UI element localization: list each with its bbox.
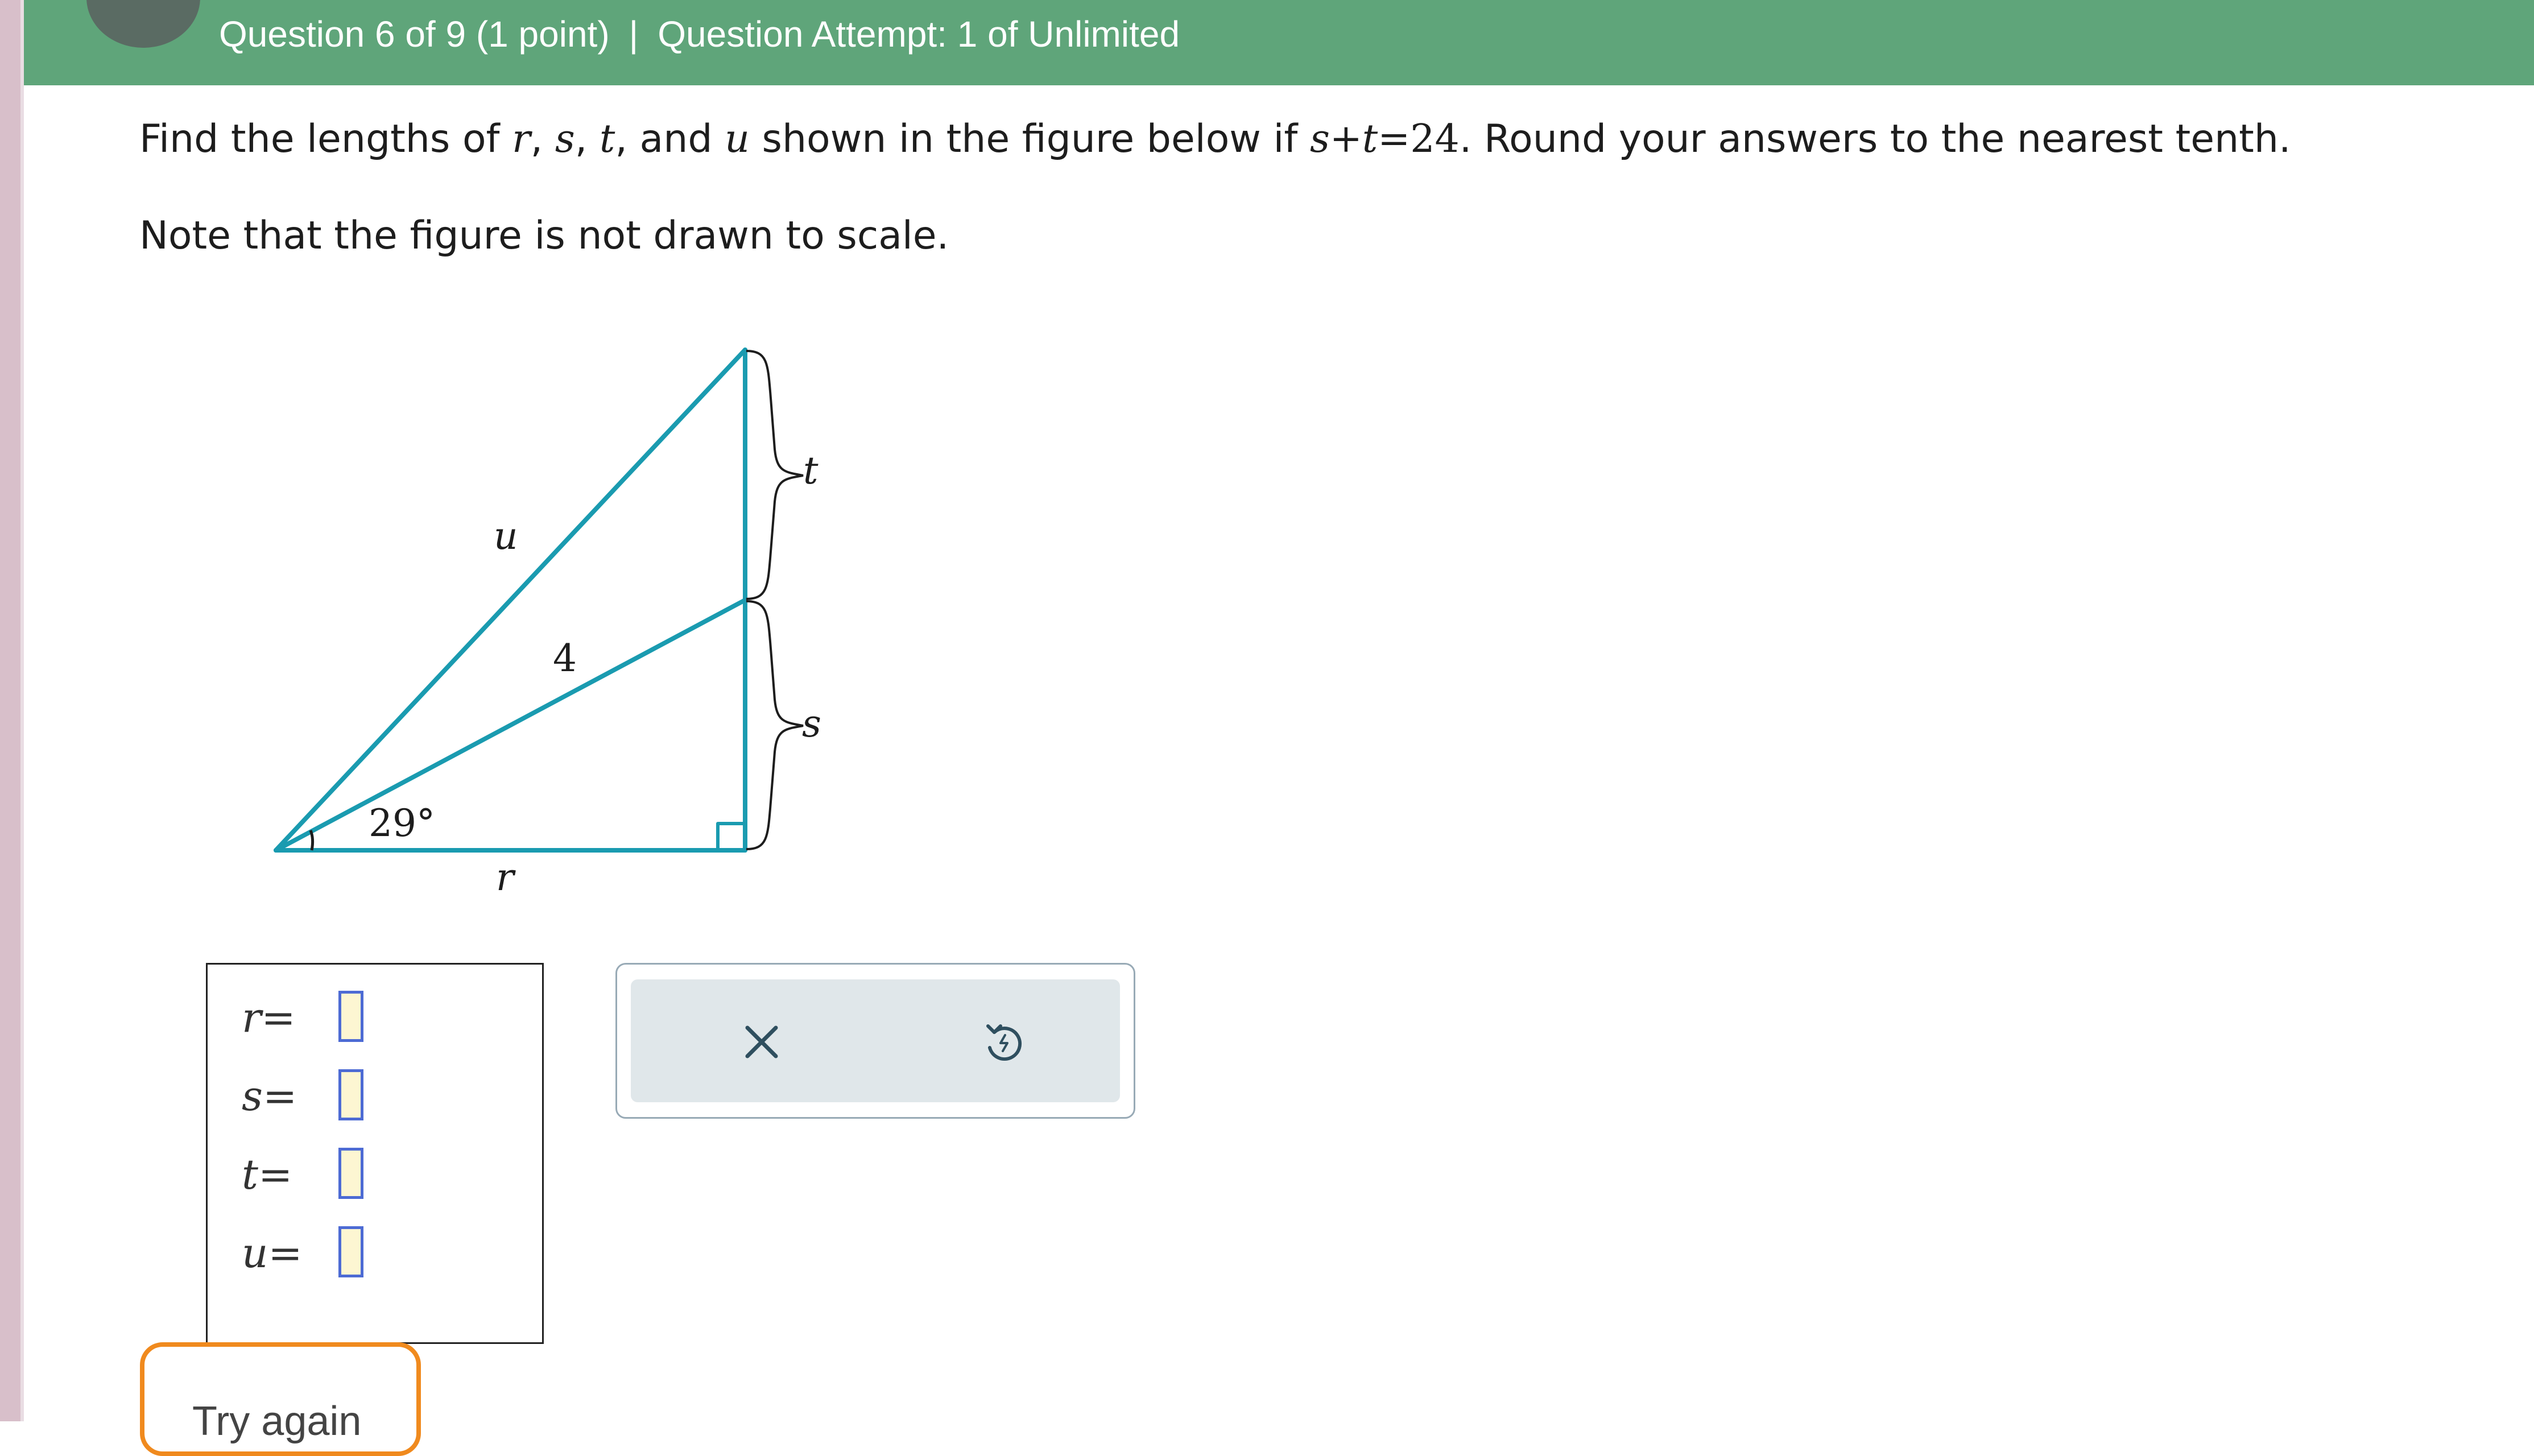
equation-equals: = bbox=[1378, 117, 1411, 162]
label-4: 4 bbox=[553, 636, 577, 680]
question-text: Find the lengths of r, s, t, and u shown… bbox=[139, 108, 2291, 171]
equation-s: s bbox=[1309, 117, 1330, 162]
label-angle: 29° bbox=[369, 801, 435, 845]
answer-label-u: u= bbox=[242, 1222, 310, 1284]
question-progress: Question 6 of 9 (1 point) bbox=[219, 14, 610, 55]
answer-label-s: s= bbox=[242, 1065, 310, 1127]
header-separator: | bbox=[629, 14, 639, 55]
answer-label-r: r= bbox=[242, 986, 310, 1049]
question-text-part: , and bbox=[615, 117, 725, 162]
answer-input-t[interactable] bbox=[338, 1148, 363, 1199]
answer-box: r= s= t= u= bbox=[206, 963, 544, 1344]
answer-equals: = bbox=[262, 1072, 297, 1120]
equation-t: t bbox=[1362, 117, 1378, 162]
undo-icon bbox=[986, 1024, 1022, 1061]
angle-arc bbox=[309, 830, 315, 851]
question-text-part: Find the lengths of bbox=[139, 117, 512, 162]
question-text-part: , bbox=[574, 117, 600, 162]
question-text-part: shown in the figure below if bbox=[749, 117, 1310, 162]
side-u-line bbox=[274, 348, 747, 853]
label-t: t bbox=[803, 449, 819, 493]
left-strip-edge bbox=[20, 0, 24, 1421]
note-text: Note that the figure is not drawn to sca… bbox=[139, 213, 949, 258]
header-info: Question 6 of 9 (1 point) | Question Attem… bbox=[219, 6, 1180, 63]
undo-button[interactable] bbox=[975, 1014, 1032, 1070]
question-text-part: . Round your answers to the nearest tent… bbox=[1459, 117, 2291, 162]
label-u: u bbox=[494, 514, 518, 558]
answer-input-s[interactable] bbox=[338, 1069, 363, 1120]
question-text-part: , bbox=[530, 117, 555, 162]
answer-input-r[interactable] bbox=[338, 991, 363, 1042]
answer-equals: = bbox=[261, 994, 296, 1041]
equation-plus: + bbox=[1329, 117, 1362, 162]
answer-var-s: s bbox=[242, 1072, 263, 1120]
answer-var-u: u bbox=[242, 1229, 268, 1277]
brace-s bbox=[746, 600, 804, 850]
answer-equals: = bbox=[268, 1229, 303, 1277]
var-r: r bbox=[512, 117, 531, 162]
try-again-button[interactable]: Try again bbox=[140, 1342, 421, 1456]
action-panel bbox=[615, 963, 1135, 1119]
question-attempt: Question Attempt: 1 of Unlimited bbox=[658, 14, 1180, 55]
equation-value: 24 bbox=[1410, 117, 1460, 162]
answer-var-t: t bbox=[242, 1151, 258, 1198]
close-icon bbox=[745, 1025, 778, 1058]
label-s: s bbox=[802, 702, 821, 746]
answer-var-r: r bbox=[242, 994, 262, 1041]
var-s: s bbox=[555, 117, 575, 162]
answer-label-t: t= bbox=[242, 1143, 310, 1206]
label-r: r bbox=[496, 855, 516, 899]
inner-segment-line bbox=[274, 598, 747, 853]
answer-input-u[interactable] bbox=[338, 1226, 363, 1277]
action-bar bbox=[631, 979, 1120, 1102]
answer-equals: = bbox=[258, 1151, 293, 1198]
var-t: t bbox=[600, 117, 615, 162]
clear-button[interactable] bbox=[733, 1014, 790, 1070]
var-u: u bbox=[725, 117, 750, 162]
brace-t bbox=[746, 350, 804, 600]
try-again-label: Try again bbox=[192, 1399, 362, 1444]
right-angle-marker bbox=[716, 822, 747, 852]
menu-button[interactable] bbox=[86, 0, 200, 48]
